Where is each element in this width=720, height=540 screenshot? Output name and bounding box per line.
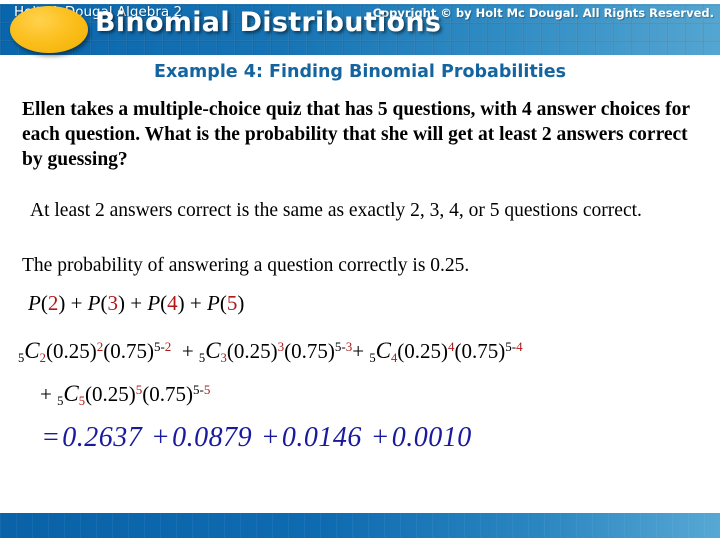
term-3-k: 3: [220, 350, 227, 365]
result-line: = 0.2637 +0.0879 +0.0146 +0.0010: [40, 422, 472, 454]
result-value-3: 0.0146: [281, 422, 362, 453]
equals-sign: =: [43, 422, 60, 453]
term-5-exp-failure: 5-5: [193, 381, 211, 397]
paren-open-4: (: [219, 291, 227, 315]
expansion-line-1: 5C2(0.25)2(0.75)5-2 + 5C3(0.25)3(0.75)5-…: [18, 338, 523, 366]
paren-close-4: ): [237, 291, 245, 315]
paren-close-3: ): [177, 291, 185, 315]
term-4-exp-success: 4: [448, 338, 455, 354]
term-5-q: 0.75: [149, 382, 187, 406]
p-symbol-1: P: [28, 291, 41, 315]
result-value-4: 0.0010: [391, 422, 472, 453]
term-2-combination: 5C2: [18, 338, 46, 365]
expansion-line-2: + 5C5(0.25)5(0.75)5-5: [40, 381, 210, 409]
term-4-q: 0.75: [461, 339, 499, 363]
p-symbol-4: P: [207, 291, 220, 315]
term-4-success: (0.25)4: [397, 338, 455, 363]
term-2-k: 2: [39, 350, 46, 365]
term-2-success: (0.25)2: [45, 338, 104, 363]
term-5-p: 0.25: [92, 382, 129, 406]
paren-close-2: ): [118, 291, 125, 315]
header-accent-ellipse: [10, 6, 88, 53]
solution-note: At least 2 answers correct is the same a…: [30, 200, 642, 221]
sum-term-5: 5: [226, 291, 238, 315]
term-4-c: C: [375, 338, 391, 363]
term-2-p: 0.25: [52, 339, 90, 363]
term-5-combination: 5C5: [57, 381, 85, 408]
sum-term-2: 2: [47, 291, 59, 315]
sum-term-3: 3: [107, 291, 119, 315]
term-4-combination: 5C4: [369, 338, 397, 365]
problem-statement: Ellen takes a multiple-choice quiz that …: [22, 99, 690, 170]
term-3-combination: 5C3: [199, 338, 227, 365]
probability-statement: The probability of answering a question …: [22, 255, 470, 276]
term-2-c: C: [24, 338, 40, 363]
plus-2: +: [130, 291, 143, 315]
term-4-p: 0.25: [404, 339, 441, 363]
term-3-q: 0.75: [291, 339, 328, 363]
paren-open-2: (: [100, 291, 108, 315]
paren-close-1: ): [58, 291, 66, 315]
p-symbol-2: P: [87, 291, 101, 315]
term-5-success: (0.25)5: [85, 381, 143, 406]
term-3-c: C: [205, 338, 221, 363]
term-2-failure: (0.75)5-2: [103, 338, 172, 363]
result-plus-1: +: [152, 422, 170, 453]
term-3-exp-failure: 5-3: [334, 338, 353, 354]
p-symbol-3: P: [147, 291, 161, 315]
result-plus-2: +: [262, 422, 279, 453]
plus-1: +: [70, 291, 83, 315]
result-value-1: 0.2637: [62, 422, 143, 453]
term-5-failure: (0.75)5-5: [142, 381, 211, 406]
sum-term-4: 4: [167, 291, 178, 315]
plus-6: +: [40, 382, 52, 406]
plus-5: +: [352, 339, 365, 363]
term-3-failure: (0.75)5-3: [284, 338, 353, 363]
plus-4: +: [181, 339, 194, 363]
term-2-exp-failure: 5-2: [153, 338, 172, 354]
term-4-exp-failure: 5-4: [505, 338, 523, 354]
plus-3: +: [189, 291, 202, 315]
result-plus-3: +: [372, 422, 389, 453]
example-subtitle: Example 4: Finding Binomial Probabilitie…: [154, 62, 566, 82]
result-value-2: 0.0879: [172, 422, 253, 453]
paren-open-1: (: [40, 291, 48, 315]
term-2-q: 0.75: [110, 339, 147, 363]
page-title: Binomial Distributions: [95, 7, 442, 38]
term-3-success: (0.25)3: [226, 338, 285, 363]
term-4-failure: (0.75)5-4: [454, 338, 523, 363]
footer-banner: [0, 513, 720, 538]
probability-sum-line: P(2) + P(3) + P(4) + P(5): [28, 291, 244, 316]
term-5-c: C: [63, 381, 79, 406]
term-3-p: 0.25: [233, 339, 271, 363]
